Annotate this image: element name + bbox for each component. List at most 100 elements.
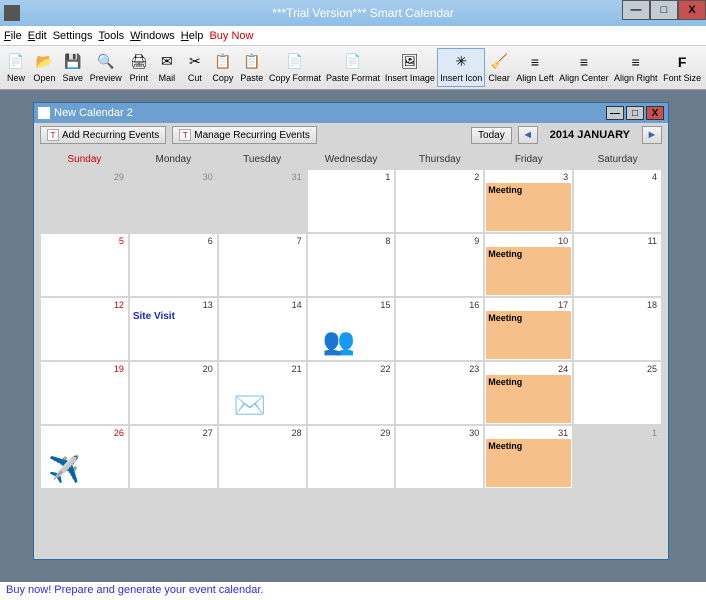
- day-cell[interactable]: 13Site Visit: [130, 298, 217, 360]
- day-cell[interactable]: 22: [308, 362, 395, 424]
- window-title: ***Trial Version*** Smart Calendar: [24, 6, 702, 20]
- day-cell[interactable]: 26✈️: [41, 426, 128, 488]
- day-cell[interactable]: 29: [308, 426, 395, 488]
- day-cell[interactable]: 23: [396, 362, 483, 424]
- add-recurring-button[interactable]: TAdd Recurring Events: [40, 126, 166, 144]
- envelope-icon: ✉️: [234, 390, 266, 421]
- day-cell[interactable]: 3Meeting: [485, 170, 572, 232]
- day-cell[interactable]: 29: [41, 170, 128, 232]
- insert-icon-button[interactable]: ✳Insert Icon: [437, 48, 485, 87]
- menu-edit[interactable]: Edit: [28, 30, 47, 42]
- print-button[interactable]: 🖨Print: [125, 48, 153, 87]
- app-icon: [4, 5, 20, 21]
- paste-format-button[interactable]: 📄Paste Format: [324, 48, 383, 87]
- mdi-workspace: New Calendar 2 — □ X TAdd Recurring Even…: [0, 90, 706, 582]
- copy-format-icon: 📄: [286, 53, 304, 71]
- event-meeting[interactable]: Meeting: [486, 247, 571, 295]
- today-button[interactable]: Today: [471, 127, 512, 144]
- new-button[interactable]: 📄New: [2, 48, 30, 87]
- event-meeting[interactable]: Meeting: [486, 375, 571, 423]
- calendar-maximize-button[interactable]: □: [626, 106, 644, 120]
- open-icon: 📂: [35, 53, 53, 71]
- event-meeting[interactable]: Meeting: [486, 311, 571, 359]
- day-cell[interactable]: 16: [396, 298, 483, 360]
- day-cell[interactable]: 11: [574, 234, 661, 296]
- save-button[interactable]: 💾Save: [59, 48, 87, 87]
- day-cell[interactable]: 31Meeting: [485, 426, 572, 488]
- copy-button[interactable]: 📋Copy: [209, 48, 237, 87]
- day-cell[interactable]: 2: [396, 170, 483, 232]
- insert-image-button[interactable]: 🖼Insert Image: [382, 48, 437, 87]
- menu-settings[interactable]: Settings: [53, 30, 93, 42]
- close-button[interactable]: X: [678, 0, 706, 20]
- menu-file[interactable]: File: [4, 30, 22, 42]
- day-cell[interactable]: 25: [574, 362, 661, 424]
- day-cell[interactable]: 9: [396, 234, 483, 296]
- next-month-button[interactable]: ►: [642, 126, 662, 144]
- day-cell[interactable]: 1: [574, 426, 661, 488]
- align-right-button[interactable]: ≡Align Right: [611, 48, 660, 87]
- open-button[interactable]: 📂Open: [30, 48, 59, 87]
- month-label: 2014 JANUARY: [544, 129, 636, 141]
- copy-format-button[interactable]: 📄Copy Format: [267, 48, 324, 87]
- event-site-visit[interactable]: Site Visit: [133, 311, 175, 322]
- day-cell[interactable]: 31: [219, 170, 306, 232]
- menu-help[interactable]: Help: [181, 30, 204, 42]
- clear-button[interactable]: 🧹Clear: [485, 48, 513, 87]
- day-cell[interactable]: 4: [574, 170, 661, 232]
- day-cell[interactable]: 5: [41, 234, 128, 296]
- manage-recurring-button[interactable]: TManage Recurring Events: [172, 126, 317, 144]
- cut-icon: ✂: [186, 53, 204, 71]
- new-icon: 📄: [7, 53, 25, 71]
- preview-button[interactable]: 🔍Preview: [87, 48, 125, 87]
- event-meeting[interactable]: Meeting: [486, 183, 571, 231]
- font-size-button[interactable]: FFont Size: [660, 48, 704, 87]
- maximize-button[interactable]: □: [650, 0, 678, 20]
- day-cell[interactable]: 28: [219, 426, 306, 488]
- day-cell[interactable]: 6: [130, 234, 217, 296]
- day-cell[interactable]: 7: [219, 234, 306, 296]
- menu-buy-now[interactable]: Buy Now: [209, 30, 253, 42]
- prev-month-button[interactable]: ◄: [518, 126, 538, 144]
- head-monday: Monday: [129, 151, 218, 169]
- menu-tools[interactable]: Tools: [98, 30, 124, 42]
- day-cell[interactable]: 27: [130, 426, 217, 488]
- paste-icon: 📋: [243, 53, 261, 71]
- minimize-button[interactable]: —: [622, 0, 650, 20]
- cut-button[interactable]: ✂Cut: [181, 48, 209, 87]
- paste-button[interactable]: 📋Paste: [237, 48, 267, 87]
- day-cell[interactable]: 30: [396, 426, 483, 488]
- day-cell[interactable]: 17Meeting: [485, 298, 572, 360]
- day-cell[interactable]: 8: [308, 234, 395, 296]
- calendar-titlebar: New Calendar 2 — □ X: [34, 103, 668, 123]
- head-friday: Friday: [484, 151, 573, 169]
- day-headers: Sunday Monday Tuesday Wednesday Thursday…: [40, 151, 662, 169]
- day-cell[interactable]: 14: [219, 298, 306, 360]
- main-titlebar: ***Trial Version*** Smart Calendar — □ X: [0, 0, 706, 26]
- head-sunday: Sunday: [40, 151, 129, 169]
- calendar-close-button[interactable]: X: [646, 106, 664, 120]
- menu-windows[interactable]: Windows: [130, 30, 175, 42]
- insert-image-icon: 🖼: [401, 53, 419, 71]
- day-cell[interactable]: 12: [41, 298, 128, 360]
- airplane-icon: ✈️: [48, 454, 80, 485]
- mail-button[interactable]: ✉Mail: [153, 48, 181, 87]
- calendar-grid: Sunday Monday Tuesday Wednesday Thursday…: [34, 147, 668, 559]
- align-left-button[interactable]: ≡Align Left: [513, 48, 556, 87]
- day-cell[interactable]: 19: [41, 362, 128, 424]
- day-cell[interactable]: 24Meeting: [485, 362, 572, 424]
- day-cell[interactable]: 15👥: [308, 298, 395, 360]
- day-cell[interactable]: 30: [130, 170, 217, 232]
- calendar-minimize-button[interactable]: —: [606, 106, 624, 120]
- align-center-button[interactable]: ≡Align Center: [557, 48, 612, 87]
- day-cell[interactable]: 1: [308, 170, 395, 232]
- day-cell[interactable]: 21✉️: [219, 362, 306, 424]
- mail-icon: ✉: [158, 53, 176, 71]
- day-cell[interactable]: 10Meeting: [485, 234, 572, 296]
- print-icon: 🖨: [130, 53, 148, 71]
- event-meeting[interactable]: Meeting: [486, 439, 571, 487]
- day-cell[interactable]: 18: [574, 298, 661, 360]
- align-center-icon: ≡: [575, 53, 593, 71]
- align-right-icon: ≡: [627, 53, 645, 71]
- day-cell[interactable]: 20: [130, 362, 217, 424]
